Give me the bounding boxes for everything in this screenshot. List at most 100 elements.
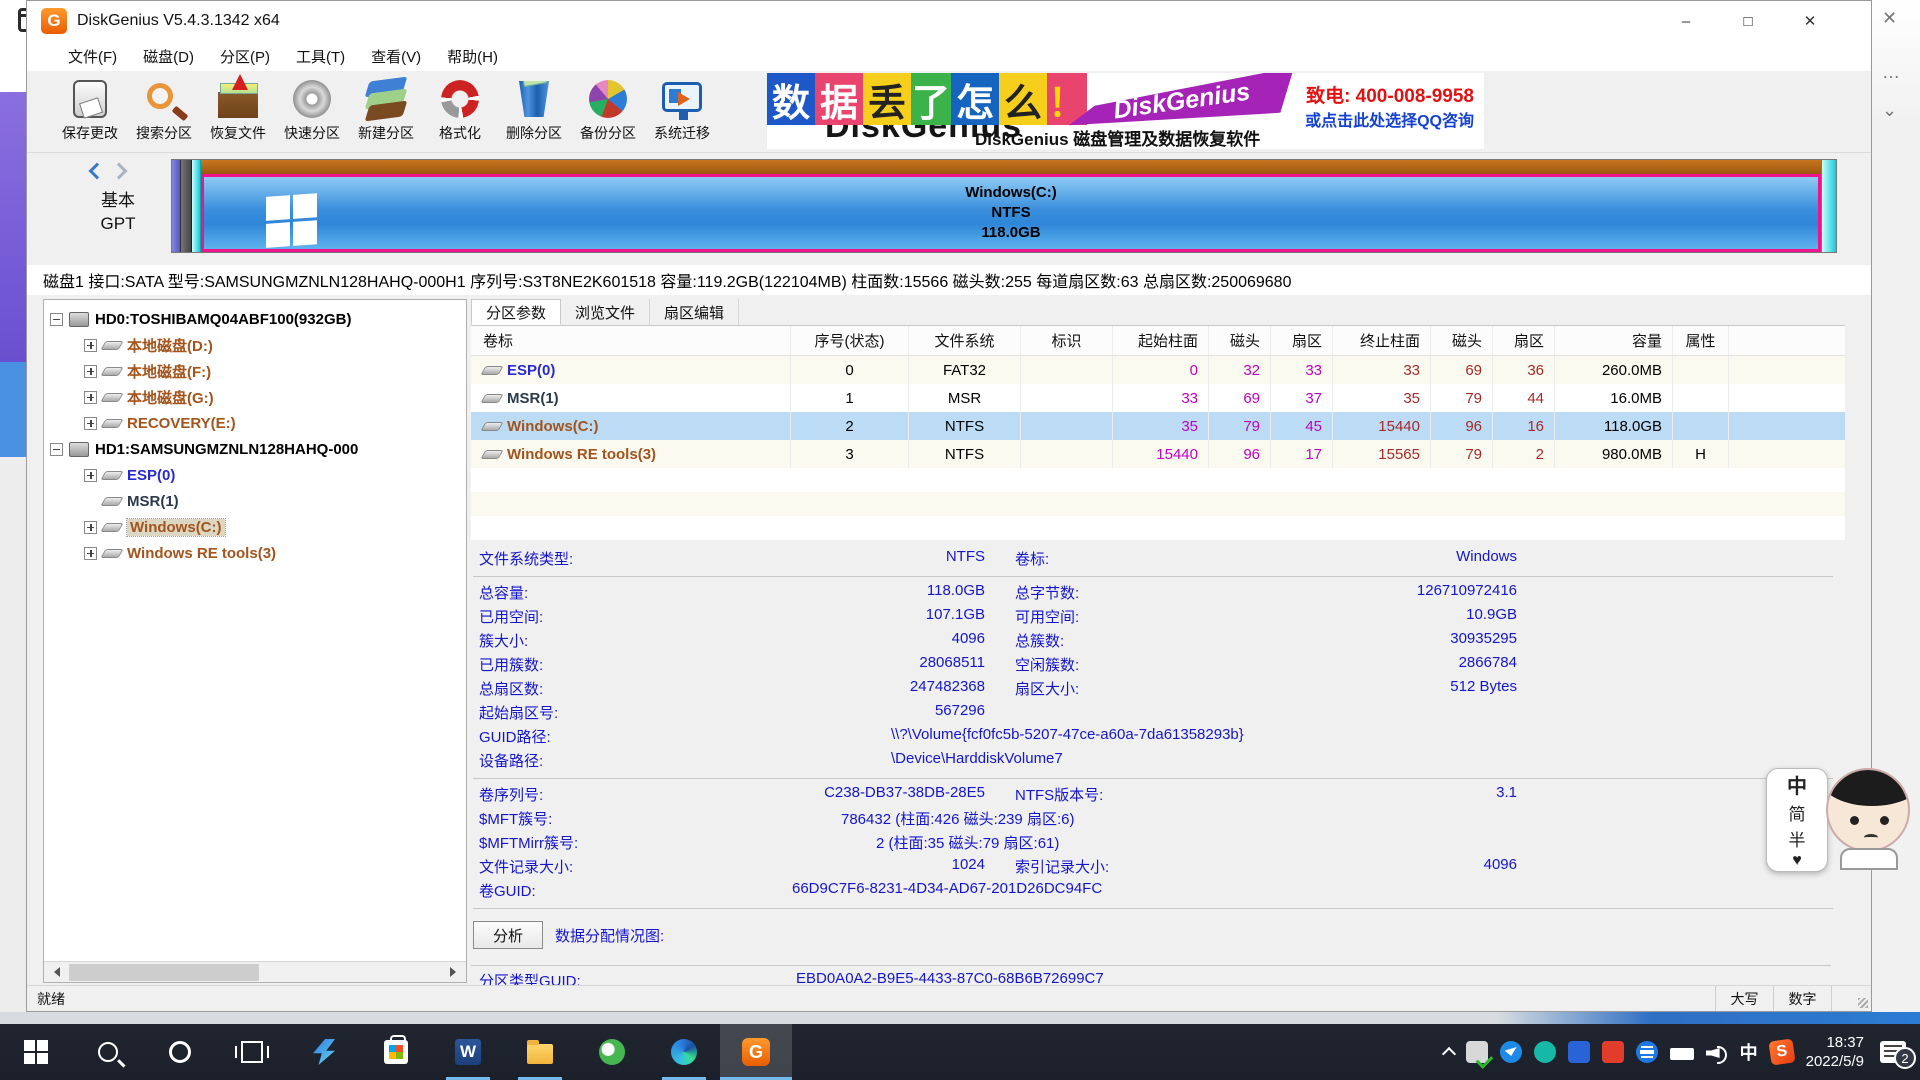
battery-icon[interactable]: [1670, 1048, 1694, 1060]
backup-partition-button[interactable]: 备份分区: [571, 71, 645, 149]
start-button[interactable]: [0, 1024, 72, 1080]
thunder-app-button[interactable]: [288, 1024, 360, 1080]
background-chevron-down-icon: ⌄: [1882, 100, 1897, 121]
format-button[interactable]: 格式化: [423, 71, 497, 149]
taskbar-clock[interactable]: 18:37 2022/5/9: [1806, 1033, 1864, 1071]
ime-indicator[interactable]: 中: [1740, 1039, 1758, 1065]
expand-icon[interactable]: [84, 391, 97, 404]
partition-msr-block[interactable]: [181, 160, 192, 252]
tray-expand-icon[interactable]: [1442, 1047, 1456, 1061]
disk-nav-arrows[interactable]: [91, 165, 125, 177]
tab-browse-files[interactable]: 浏览文件: [561, 299, 650, 325]
volume-icon[interactable]: [1706, 1044, 1728, 1062]
tree-item-msr[interactable]: MSR(1): [44, 488, 466, 514]
menu-tools[interactable]: 工具(T): [283, 41, 358, 71]
task-view-icon: [241, 1041, 263, 1063]
quick-partition-button[interactable]: 快速分区: [275, 71, 349, 149]
red-tray-icon[interactable]: [1602, 1041, 1624, 1063]
scroll-right-button[interactable]: [445, 962, 466, 983]
tree-horizontal-scrollbar[interactable]: [44, 961, 466, 982]
recover-files-button[interactable]: 恢复文件: [201, 71, 275, 149]
expand-icon[interactable]: [84, 417, 97, 430]
file-explorer-button[interactable]: [504, 1024, 576, 1080]
status-caps: 大写: [1715, 986, 1773, 1011]
cortana-button[interactable]: [144, 1024, 216, 1080]
table-header: 卷标 序号(状态) 文件系统 标识 起始柱面 磁头 扇区 终止柱面 磁头 扇区 …: [471, 326, 1845, 356]
table-row-esp[interactable]: ESP(0) 0 FAT32 0 32 33 33 69 36 260.0MB: [471, 356, 1845, 384]
separator: [473, 778, 1833, 779]
minimize-button[interactable]: –: [1655, 1, 1717, 41]
tree-item-windows-c[interactable]: Windows(C:): [44, 514, 466, 540]
title-bar[interactable]: G DiskGenius V5.4.3.1342 x64 – □ ✕: [27, 1, 1871, 41]
edge-button[interactable]: [648, 1024, 720, 1080]
tree-item-hd1[interactable]: HD1:SAMSUNGMZNLN128HAHQ-000: [44, 436, 466, 462]
scrollbar-thumb[interactable]: [69, 964, 259, 981]
expand-icon[interactable]: [84, 521, 97, 534]
guid-path-label: GUID路径:: [479, 726, 551, 747]
expand-icon[interactable]: [84, 365, 97, 378]
menu-file[interactable]: 文件(F): [55, 41, 130, 71]
collapse-icon[interactable]: [50, 443, 63, 456]
resize-grip[interactable]: [1831, 986, 1871, 1011]
menu-help[interactable]: 帮助(H): [434, 41, 511, 71]
action-center-icon[interactable]: 2: [1880, 1041, 1906, 1063]
browser-360-icon: [599, 1039, 625, 1065]
maximize-button[interactable]: □: [1717, 1, 1779, 41]
banner-qq-link[interactable]: 或点击此处选择QQ咨询: [1305, 107, 1474, 131]
save-changes-button[interactable]: 保存更改: [53, 71, 127, 149]
partition-name: Windows(C:): [965, 183, 1057, 203]
new-partition-button[interactable]: 新建分区: [349, 71, 423, 149]
analyze-button[interactable]: 分析: [473, 921, 543, 949]
qq-tray-icon[interactable]: [1568, 1041, 1590, 1063]
system-migration-button[interactable]: 系统迁移: [645, 71, 719, 149]
diskgenius-taskbar-button[interactable]: G: [720, 1024, 792, 1080]
ms-store-button[interactable]: [360, 1024, 432, 1080]
windows-logo-icon: [266, 193, 318, 249]
tab-partition-params[interactable]: 分区参数: [471, 299, 561, 325]
sogou-ime-widget[interactable]: 中 简 半 ♥: [1766, 764, 1916, 876]
browser-360-button[interactable]: [576, 1024, 648, 1080]
advert-banner[interactable]: DiskGenius 数据 丢了 怎么 ！ DiskGenius 致电: 400…: [766, 73, 1484, 149]
delete-partition-button[interactable]: 删除分区: [497, 71, 571, 149]
expand-icon[interactable]: [84, 339, 97, 352]
collapse-icon[interactable]: [50, 313, 63, 326]
scroll-left-button[interactable]: [44, 962, 65, 983]
search-partition-button[interactable]: 搜索分区: [127, 71, 201, 149]
ime-mascot-face: [1818, 764, 1918, 870]
pie-icon: [586, 77, 630, 121]
taskbar-search-button[interactable]: [72, 1024, 144, 1080]
next-disk-icon[interactable]: [111, 163, 128, 180]
close-button[interactable]: ✕: [1779, 1, 1841, 41]
menu-view[interactable]: 查看(V): [358, 41, 434, 71]
partition-icon: [100, 523, 123, 532]
task-view-button[interactable]: [216, 1024, 288, 1080]
tree-item-hd0[interactable]: HD0:TOSHIBAMQ04ABF100(932GB): [44, 306, 466, 332]
partition-sliver[interactable]: [192, 160, 201, 252]
menu-disk[interactable]: 磁盘(D): [130, 41, 207, 71]
prev-disk-icon[interactable]: [89, 163, 106, 180]
table-row-msr[interactable]: MSR(1) 1 MSR 33 69 37 35 79 44 16.0MB: [471, 384, 1845, 412]
tree-item-esp[interactable]: ESP(0): [44, 462, 466, 488]
partition-re-tools-block[interactable]: [1821, 160, 1836, 252]
partition-windows-c-block[interactable]: Windows(C:) NTFS 118.0GB: [201, 174, 1821, 252]
tree-item-recovery-e[interactable]: RECOVERY(E:): [44, 410, 466, 436]
tree-item-local-g[interactable]: 本地磁盘(G:): [44, 384, 466, 410]
word-button[interactable]: W: [432, 1024, 504, 1080]
teal-tray-icon[interactable]: [1534, 1041, 1556, 1063]
tab-sector-edit[interactable]: 扇区编辑: [650, 299, 739, 325]
status-num: 数字: [1773, 986, 1831, 1011]
snowflake-360-tray-icon[interactable]: [1636, 1041, 1658, 1063]
sogou-icon[interactable]: S: [1768, 1038, 1795, 1065]
menu-bar: 文件(F) 磁盘(D) 分区(P) 工具(T) 查看(V) 帮助(H): [27, 41, 1871, 71]
tree-item-windows-re[interactable]: Windows RE tools(3): [44, 540, 466, 566]
disk-partition-bar[interactable]: Windows(C:) NTFS 118.0GB: [171, 159, 1837, 253]
expand-icon[interactable]: [84, 469, 97, 482]
expand-icon[interactable]: [84, 547, 97, 560]
printer-check-tray-icon[interactable]: [1466, 1041, 1488, 1063]
table-row-windows-re[interactable]: Windows RE tools(3) 3 NTFS 15440 96 17 1…: [471, 440, 1845, 468]
dingtalk-tray-icon[interactable]: [1500, 1041, 1522, 1063]
table-row-windows-c[interactable]: Windows(C:) 2 NTFS 35 79 45 15440 96 16 …: [471, 412, 1845, 440]
partition-esp-block[interactable]: [172, 160, 181, 252]
tree-item-local-d[interactable]: 本地磁盘(D:): [44, 332, 466, 358]
tree-item-local-f[interactable]: 本地磁盘(F:): [44, 358, 466, 384]
